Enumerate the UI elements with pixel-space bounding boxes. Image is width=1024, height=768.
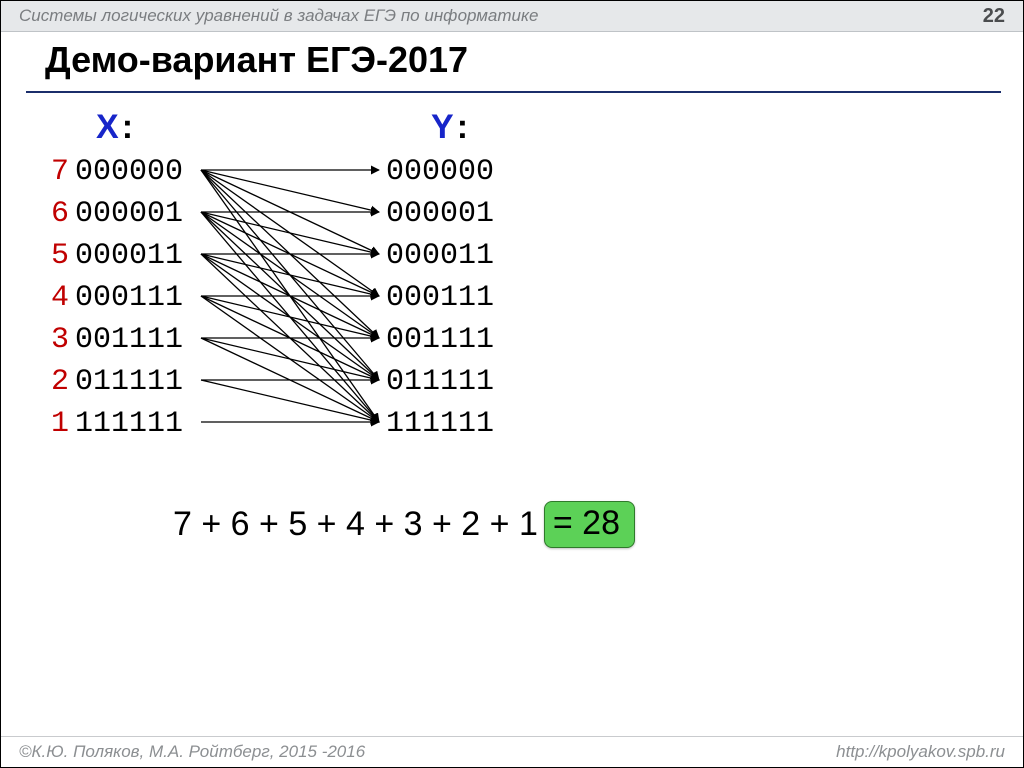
header-bar: Системы логических уравнений в задачах Е…	[1, 1, 1023, 32]
y-row: 000011	[386, 235, 494, 277]
title-underline	[26, 91, 1001, 93]
footer-copyright: ©К.Ю. Поляков, М.А. Ройтберг, 2015 -2016	[19, 742, 365, 762]
x-row: 7000000	[51, 151, 183, 193]
footer: ©К.Ю. Поляков, М.А. Ройтберг, 2015 -2016…	[1, 736, 1023, 767]
label-y: Y:	[431, 108, 468, 147]
page-number: 22	[983, 5, 1005, 28]
x-row: 4000111	[51, 277, 183, 319]
slide: Системы логических уравнений в задачах Е…	[0, 0, 1024, 768]
x-row: 3001111	[51, 319, 183, 361]
y-row: 000001	[386, 193, 494, 235]
slide-title: Демо-вариант ЕГЭ-2017	[45, 39, 468, 81]
y-row: 111111	[386, 403, 494, 445]
sum-result: = 28	[544, 501, 635, 548]
x-row: 6000001	[51, 193, 183, 235]
x-row: 1111111	[51, 403, 183, 445]
content: X: Y: 7000000 6000001 5000011 4000111 30…	[1, 106, 1024, 666]
y-row: 001111	[386, 319, 494, 361]
label-x: X:	[96, 108, 133, 147]
sum-expression: 7 + 6 + 5 + 4 + 3 + 2 + 1	[173, 505, 538, 544]
y-row: 011111	[386, 361, 494, 403]
y-row: 000000	[386, 151, 494, 193]
x-row: 2011111	[51, 361, 183, 403]
sum-line: 7 + 6 + 5 + 4 + 3 + 2 + 1 = 28	[173, 501, 635, 548]
header-subject: Системы логических уравнений в задачах Е…	[19, 6, 539, 26]
y-row: 000111	[386, 277, 494, 319]
x-column: 7000000 6000001 5000011 4000111 3001111 …	[51, 151, 183, 445]
y-column: 000000 000001 000011 000111 001111 01111…	[386, 151, 494, 445]
x-row: 5000011	[51, 235, 183, 277]
footer-url: http://kpolyakov.spb.ru	[836, 742, 1005, 762]
